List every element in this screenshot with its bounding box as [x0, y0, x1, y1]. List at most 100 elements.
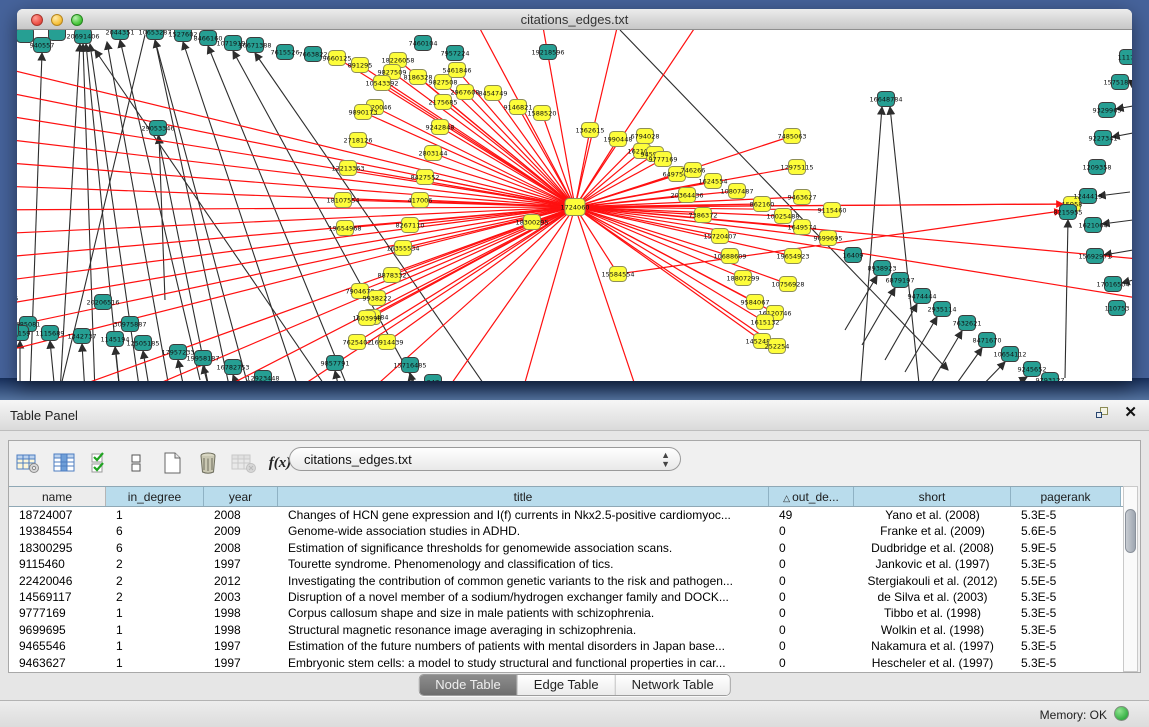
network-node[interactable]: 7460104: [409, 36, 438, 51]
network-node[interactable]: 12923448: [246, 371, 279, 382]
network-node[interactable]: 15584554: [601, 267, 634, 282]
network-node[interactable]: 15692971: [1078, 249, 1111, 264]
network-node[interactable]: 10688609: [713, 249, 746, 264]
network-edge-black[interactable]: [950, 348, 982, 381]
network-node[interactable]: 16409: [843, 248, 864, 263]
table-row[interactable]: 977716911998Corpus callosum shape and si…: [9, 605, 1124, 621]
network-edge-black[interactable]: [975, 362, 1005, 381]
network-node[interactable]: 110753: [1105, 301, 1130, 316]
table-row[interactable]: 911546021997Tourette syndrome. Phenomeno…: [9, 556, 1124, 572]
network-node[interactable]: 20364436: [670, 188, 703, 203]
network-node[interactable]: 1209358: [1083, 160, 1112, 175]
network-node[interactable]: 9329965: [1093, 103, 1122, 118]
network-node[interactable]: 10756928: [771, 277, 804, 292]
network-node[interactable]: 12505185: [126, 336, 159, 351]
network-node[interactable]: 15751874: [1103, 75, 1132, 90]
network-node[interactable]: 9463627: [788, 190, 817, 205]
table-row[interactable]: 946554611997Estimation of the future num…: [9, 638, 1124, 654]
network-node[interactable]: 8267110: [396, 218, 425, 233]
network-node[interactable]: 2718126: [344, 133, 373, 148]
select-rows-icon[interactable]: [87, 450, 113, 476]
network-node[interactable]: 18107554: [326, 193, 359, 208]
network-node[interactable]: 1362615: [576, 123, 605, 138]
table-row[interactable]: 1456911722003Disruption of a novel membe…: [9, 589, 1124, 605]
new-table-icon[interactable]: [159, 450, 185, 476]
network-node[interactable]: 10654112: [993, 347, 1026, 362]
network-node[interactable]: 16648784: [869, 92, 902, 107]
network-node[interactable]: 16914439: [370, 335, 403, 350]
network-node[interactable]: 8427552: [411, 170, 440, 185]
network-edge-black[interactable]: [335, 371, 340, 381]
network-node[interactable]: 12213363: [331, 161, 364, 176]
tab-edge-table[interactable]: Edge Table: [518, 675, 616, 695]
network-node[interactable]: 216065: [17, 291, 18, 306]
network-node[interactable]: 11172: [1118, 50, 1132, 65]
network-node[interactable]: 15716485: [393, 358, 426, 373]
table-row[interactable]: 2242004622012Investigating the contribut…: [9, 573, 1124, 589]
network-node[interactable]: 7615526: [271, 45, 300, 60]
scrollbar-thumb[interactable]: [1125, 509, 1136, 553]
network-edge-red[interactable]: [575, 207, 618, 274]
table-row[interactable]: 1872400712008Changes of HCN gene express…: [9, 507, 1124, 523]
network-node[interactable]: 29053346: [141, 121, 174, 136]
network-node[interactable]: 7957224: [441, 46, 470, 61]
network-edge-red[interactable]: [382, 83, 575, 207]
network-edge-black[interactable]: [890, 107, 920, 381]
network-node[interactable]: 19654968: [328, 221, 361, 236]
network-edge-black[interactable]: [620, 30, 948, 370]
network-canvas[interactable]: 9405572069140620443511065328715276028466…: [17, 30, 1132, 381]
network-node[interactable]: 17016504: [1096, 277, 1129, 292]
delete-rows-icon[interactable]: [195, 450, 221, 476]
column-chooser-icon[interactable]: [51, 450, 77, 476]
column-header-pagerank[interactable]: pagerank: [1011, 487, 1121, 506]
network-graph[interactable]: 9405572069140620443511065328715276028466…: [17, 30, 1132, 381]
network-node[interactable]: 8471670: [973, 333, 1002, 348]
network-node[interactable]: [49, 30, 66, 41]
network-edge-red[interactable]: [575, 207, 640, 381]
network-node[interactable]: 2935114: [928, 302, 957, 317]
network-node[interactable]: 30975887: [113, 317, 146, 332]
network-edge-red[interactable]: [403, 207, 575, 248]
network-node[interactable]: 1724060: [561, 199, 590, 216]
table-row[interactable]: 969969511998Structural magnetic resonanc…: [9, 622, 1124, 638]
column-header-out_de[interactable]: △out_de...: [769, 487, 854, 506]
network-node[interactable]: 7632621: [953, 316, 982, 331]
network-node[interactable]: 6879197: [886, 273, 915, 288]
network-edge-black[interactable]: [1065, 220, 1068, 378]
network-edge-black[interactable]: [143, 351, 150, 381]
row-height-icon[interactable]: [123, 450, 149, 476]
network-node[interactable]: 20691406: [66, 30, 99, 44]
tab-network-table[interactable]: Network Table: [616, 675, 730, 695]
node-table[interactable]: namein_degreeyeartitle△out_de...shortpag…: [9, 486, 1124, 672]
network-node[interactable]: 9227341: [1089, 131, 1118, 146]
network-edge-red[interactable]: [17, 207, 575, 210]
network-node[interactable]: 7625402: [343, 335, 372, 350]
network-edge-black[interactable]: [885, 304, 917, 360]
network-node[interactable]: 1649574: [788, 220, 817, 235]
network-edge-black[interactable]: [845, 276, 877, 330]
network-edge-black[interactable]: [50, 341, 55, 381]
table-settings-icon[interactable]: [15, 450, 41, 476]
network-node[interactable]: 10807487: [720, 184, 753, 199]
network-edge-black[interactable]: [860, 107, 882, 381]
network-edge-red[interactable]: [17, 85, 575, 207]
network-node[interactable]: [17, 323, 19, 338]
network-node[interactable]: 2175685: [429, 95, 458, 110]
network-node[interactable]: 8938923: [868, 261, 897, 276]
network-edge-red[interactable]: [575, 151, 642, 207]
table-row[interactable]: 1938455462009Genome-wide association stu…: [9, 523, 1124, 539]
network-edge-red[interactable]: [575, 30, 620, 207]
network-node[interactable]: 2967608: [451, 85, 480, 100]
network-edge-red[interactable]: [40, 207, 575, 381]
float-panel-icon[interactable]: [1096, 407, 1110, 420]
network-edge-black[interactable]: [155, 40, 230, 381]
table-row[interactable]: 946362711997Embryonic stem cells: a mode…: [9, 655, 1124, 671]
network-node[interactable]: 1621064: [1079, 218, 1108, 233]
network-edge-red[interactable]: [575, 207, 765, 322]
network-node[interactable]: 9242848: [426, 120, 455, 135]
network-edge-black[interactable]: [82, 344, 85, 381]
network-node[interactable]: 19218596: [531, 45, 564, 60]
network-edge-black[interactable]: [1098, 192, 1130, 196]
network-edge-black[interactable]: [905, 317, 937, 372]
tab-node-table[interactable]: Node Table: [419, 675, 518, 695]
